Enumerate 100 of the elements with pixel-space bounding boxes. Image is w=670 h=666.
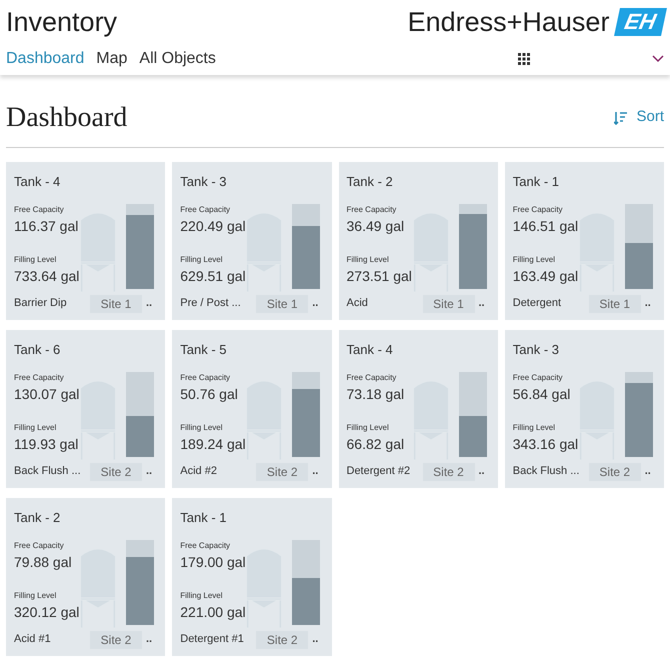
free-capacity-value: 73.18 gal — [346, 384, 406, 404]
apps-grid-icon[interactable] — [518, 52, 530, 64]
brand-name: Endress+Hauser — [408, 6, 610, 39]
free-capacity-value: 79.88 gal — [14, 552, 73, 572]
more-label: .. — [146, 464, 152, 480]
product-name: Detergent #2 — [346, 464, 412, 480]
sort-button[interactable]: Sort — [614, 106, 664, 129]
site-label: Site 2 — [422, 462, 474, 480]
brand-logo: EH — [614, 8, 667, 36]
nav-tab[interactable]: Dashboard — [6, 46, 84, 70]
free-capacity-value: 220.49 gal — [180, 216, 247, 236]
page-title: Dashboard — [6, 100, 128, 134]
product-name: Acid #1 — [14, 632, 52, 648]
free-capacity-label: Free Capacity — [180, 204, 232, 216]
site-label: Site 2 — [90, 462, 142, 480]
sort-icon — [614, 110, 628, 124]
nav-tab[interactable]: All Objects — [139, 46, 216, 70]
tank-name: Tank - 2 — [346, 172, 394, 190]
more-label: .. — [146, 296, 152, 312]
product-name: Acid #2 — [180, 464, 218, 480]
more-label: .. — [146, 632, 152, 648]
site-label: Site 1 — [90, 294, 142, 312]
product-name: Acid — [346, 296, 369, 312]
free-capacity-value: 179.00 gal — [180, 552, 247, 572]
app-title: Inventory — [6, 6, 118, 39]
tank-name: Tank - 6 — [14, 340, 62, 358]
free-capacity-label: Free Capacity — [512, 372, 564, 384]
site-label: Site 1 — [588, 294, 641, 312]
more-label: .. — [644, 464, 651, 480]
free-capacity-label: Free Capacity — [14, 204, 65, 216]
site-label: Site 2 — [256, 630, 308, 648]
filling-level-value: 320.12 gal — [14, 602, 80, 622]
tank-card[interactable]: Tank - 3 Free Capacity 56.84 gal Filling Level 343.16 gal Back Flush ... Site 2 .. — [504, 330, 664, 488]
free-capacity-value: 50.76 gal — [180, 384, 239, 404]
filling-level-value: 629.51 gal — [180, 266, 247, 286]
tank-card[interactable]: Tank - 1 Free Capacity 179.00 gal Filling Level 221.00 gal Detergent #1 Site 2 .. — [172, 498, 332, 656]
filling-level-label: Filling Level — [346, 254, 390, 266]
free-capacity-value: 130.07 gal — [14, 384, 80, 404]
more-label: .. — [312, 464, 318, 480]
filling-level-label: Filling Level — [180, 254, 224, 266]
product-name: Barrier Dip — [14, 296, 68, 312]
site-label: Site 2 — [90, 630, 142, 648]
filling-level-label: Filling Level — [180, 422, 224, 434]
site-label: Site 2 — [588, 462, 641, 480]
filling-level-value: 163.49 gal — [512, 266, 580, 286]
filling-level-value: 343.16 gal — [512, 434, 580, 454]
filling-level-label: Filling Level — [180, 590, 224, 602]
site-label: Site 1 — [256, 294, 308, 312]
filling-level-label: Filling Level — [14, 590, 58, 602]
free-capacity-value: 36.49 gal — [346, 216, 406, 236]
tank-name: Tank - 3 — [180, 172, 228, 190]
more-label: .. — [312, 296, 318, 312]
product-name: Back Flush ... — [14, 464, 82, 480]
tank-card[interactable]: Tank - 6 Free Capacity 130.07 gal Filling Level 119.93 gal Back Flush ... Site 2 .. — [6, 330, 166, 488]
site-label: Site 2 — [256, 462, 308, 480]
tank-name: Tank - 5 — [180, 340, 228, 358]
free-capacity-label: Free Capacity — [512, 204, 564, 216]
filling-level-label: Filling Level — [512, 422, 556, 434]
chevron-down-icon[interactable] — [652, 54, 664, 62]
free-capacity-label: Free Capacity — [14, 540, 65, 552]
more-label: .. — [478, 296, 485, 312]
filling-level-value: 273.51 gal — [346, 266, 413, 286]
tank-card[interactable]: Tank - 4 Free Capacity 116.37 gal Filling Level 733.64 gal Barrier Dip Site 1 .. — [6, 162, 166, 320]
product-name: Pre / Post ... — [180, 296, 242, 312]
free-capacity-value: 146.51 gal — [512, 216, 580, 236]
tank-name: Tank - 3 — [512, 340, 560, 358]
tank-name: Tank - 1 — [180, 508, 228, 526]
product-name: Detergent — [512, 296, 562, 312]
free-capacity-value: 56.84 gal — [512, 384, 572, 404]
filling-level-label: Filling Level — [346, 422, 390, 434]
filling-level-value: 189.24 gal — [180, 434, 247, 454]
site-label: Site 1 — [422, 294, 474, 312]
free-capacity-label: Free Capacity — [346, 372, 398, 384]
more-label: .. — [312, 632, 318, 648]
free-capacity-label: Free Capacity — [14, 372, 65, 384]
more-label: .. — [644, 296, 651, 312]
tank-name: Tank - 1 — [512, 172, 560, 190]
tank-card[interactable]: Tank - 4 Free Capacity 73.18 gal Filling Level 66.82 gal Detergent #2 Site 2 .. — [338, 330, 498, 488]
more-label: .. — [478, 464, 485, 480]
tank-card[interactable]: Tank - 2 Free Capacity 79.88 gal Filling Level 320.12 gal Acid #1 Site 2 .. — [6, 498, 166, 656]
filling-level-label: Filling Level — [14, 254, 58, 266]
filling-level-label: Filling Level — [512, 254, 556, 266]
filling-level-label: Filling Level — [14, 422, 58, 434]
tank-name: Tank - 4 — [346, 340, 394, 358]
filling-level-value: 733.64 gal — [14, 266, 80, 286]
free-capacity-label: Free Capacity — [346, 204, 398, 216]
product-name: Back Flush ... — [512, 464, 580, 480]
tank-card[interactable]: Tank - 3 Free Capacity 220.49 gal Filling Level 629.51 gal Pre / Post ... Site 1 .. — [172, 162, 332, 320]
tank-card[interactable]: Tank - 5 Free Capacity 50.76 gal Filling Level 189.24 gal Acid #2 Site 2 .. — [172, 330, 332, 488]
tank-card[interactable]: Tank - 2 Free Capacity 36.49 gal Filling Level 273.51 gal Acid Site 1 .. — [338, 162, 498, 320]
tank-name: Tank - 2 — [14, 508, 62, 526]
filling-level-value: 119.93 gal — [14, 434, 80, 454]
nav-tab[interactable]: Map — [96, 46, 128, 70]
free-capacity-label: Free Capacity — [180, 372, 232, 384]
tank-card[interactable]: Tank - 1 Free Capacity 146.51 gal Filling Level 163.49 gal Detergent Site 1 .. — [504, 162, 664, 320]
filling-level-value: 221.00 gal — [180, 602, 247, 622]
tank-name: Tank - 4 — [14, 172, 62, 190]
filling-level-value: 66.82 gal — [346, 434, 406, 454]
free-capacity-label: Free Capacity — [180, 540, 232, 552]
free-capacity-value: 116.37 gal — [14, 216, 80, 236]
